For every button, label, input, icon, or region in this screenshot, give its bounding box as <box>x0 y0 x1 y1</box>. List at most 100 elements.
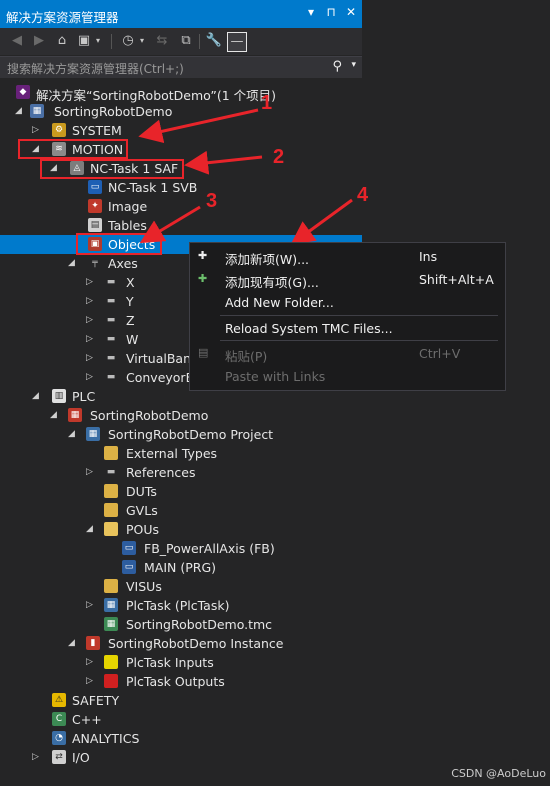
add-existing-item-icon: ✚ <box>198 272 208 285</box>
tree-item-tmc[interactable]: ▦ SortingRobotDemo.tmc <box>0 615 362 634</box>
tree-item-pous[interactable]: ◢ POUs <box>0 520 362 539</box>
analytics-icon: ◔ <box>52 731 66 745</box>
menu-item-paste[interactable]: ▤ 粘贴(P) Ctrl+V <box>190 342 505 364</box>
close-icon[interactable]: ✕ <box>344 5 358 19</box>
collapse-arrow-icon[interactable]: ◢ <box>15 105 25 117</box>
tree-item-safety[interactable]: ⚠ SAFETY <box>0 691 362 710</box>
search-options-dropdown-icon[interactable]: ▾ <box>351 60 356 70</box>
expand-arrow-icon[interactable]: ▷ <box>86 352 96 364</box>
switch-views-icon[interactable]: ▣ <box>75 32 93 50</box>
pin-icon[interactable]: ⊓ <box>324 5 338 19</box>
tree-item-plc-subproject[interactable]: ◢ ▦ SortingRobotDemo Project <box>0 425 362 444</box>
expand-arrow-icon[interactable]: ▷ <box>86 333 96 345</box>
tree-item-cpp[interactable]: C C++ <box>0 710 362 729</box>
inputs-icon <box>104 655 118 669</box>
pou-icon: ▭ <box>122 541 136 555</box>
plc-subproject-icon: ▦ <box>86 427 100 441</box>
safety-icon: ⚠ <box>52 693 66 707</box>
folder-icon <box>104 446 118 460</box>
system-icon: ⚙ <box>52 123 66 137</box>
filter-dropdown-icon[interactable]: ▾ <box>137 32 147 50</box>
sync-icon[interactable]: ⇆ <box>153 32 171 50</box>
expand-arrow-icon[interactable]: ▷ <box>86 295 96 307</box>
tree-item-main-prg[interactable]: ▭ MAIN (PRG) <box>0 558 362 577</box>
tree-item-image[interactable]: ✦ Image <box>0 197 362 216</box>
collapse-arrow-icon[interactable]: ◢ <box>32 390 42 402</box>
folder-icon <box>104 503 118 517</box>
axis-icon: ▬ <box>106 334 116 344</box>
tree-item-project[interactable]: ◢ ▦ SortingRobotDemo <box>0 102 362 121</box>
tree-item-tables[interactable]: ▤ Tables <box>0 216 362 235</box>
window-position-dropdown-icon[interactable]: ▾ <box>304 5 318 19</box>
panel-title: 解决方案资源管理器 <box>6 10 119 25</box>
annotation-number-1: 1 <box>261 92 273 114</box>
tree-item-gvls[interactable]: GVLs <box>0 501 362 520</box>
tree-item-plctask-outputs[interactable]: ▷ PlcTask Outputs <box>0 672 362 691</box>
plc-icon: ▥ <box>52 389 66 403</box>
collapse-arrow-icon[interactable]: ◢ <box>86 523 96 535</box>
expand-arrow-icon[interactable]: ▷ <box>86 599 96 611</box>
home-icon[interactable]: ⌂ <box>53 32 71 50</box>
tree-item-system[interactable]: ▷ ⚙ SYSTEM <box>0 121 362 140</box>
menu-separator <box>220 340 498 341</box>
solution-icon: ◆ <box>16 85 30 99</box>
switch-views-dropdown-icon[interactable]: ▾ <box>93 32 103 50</box>
tree-item-fb-powerallaxis[interactable]: ▭ FB_PowerAllAxis (FB) <box>0 539 362 558</box>
axis-icon: ▬ <box>106 353 116 363</box>
properties-icon[interactable]: 🔧 <box>205 32 223 50</box>
tree-item-visus[interactable]: VISUs <box>0 577 362 596</box>
tree-item-plc-project[interactable]: ◢ ▦ SortingRobotDemo <box>0 406 362 425</box>
menu-item-paste-with-links[interactable]: Paste with Links <box>190 365 505 387</box>
pending-changes-filter-icon[interactable]: ◷ <box>119 32 137 50</box>
collapse-arrow-icon[interactable]: ◢ <box>68 637 78 649</box>
instance-icon: ▮ <box>86 636 100 650</box>
search-icon[interactable]: ⚲ <box>332 59 342 74</box>
preview-icon[interactable]: — <box>227 32 247 52</box>
menu-item-add-new-item[interactable]: ✚ 添加新项(W)... Ins <box>190 245 505 267</box>
collapse-arrow-icon[interactable]: ◢ <box>68 257 78 269</box>
menu-item-reload-tmc[interactable]: Reload System TMC Files... <box>190 317 505 339</box>
tree-item-instance[interactable]: ◢ ▮ SortingRobotDemo Instance <box>0 634 362 653</box>
pou-icon: ▭ <box>122 560 136 574</box>
expand-arrow-icon[interactable]: ▷ <box>86 675 96 687</box>
collapse-arrow-icon[interactable]: ◢ <box>50 409 60 421</box>
folder-icon <box>104 579 118 593</box>
paste-icon: ▤ <box>198 346 209 359</box>
folder-open-icon <box>104 522 118 536</box>
tree-item-duts[interactable]: DUTs <box>0 482 362 501</box>
tree-item-analytics[interactable]: ◔ ANALYTICS <box>0 729 362 748</box>
cpp-icon: C <box>52 712 66 726</box>
add-new-item-icon: ✚ <box>198 249 208 262</box>
io-icon: ⇄ <box>52 750 66 764</box>
tree-item-plctask[interactable]: ▷ ▦ PlcTask (PlcTask) <box>0 596 362 615</box>
search-bar[interactable]: 搜索解决方案资源管理器(Ctrl+;) ⚲ ▾ <box>0 56 362 79</box>
back-icon[interactable]: ◀ <box>8 32 26 50</box>
tree-item-references[interactable]: ▷ ▬ References <box>0 463 362 482</box>
tree-item-plctask-inputs[interactable]: ▷ PlcTask Inputs <box>0 653 362 672</box>
expand-arrow-icon[interactable]: ▷ <box>32 124 42 136</box>
forward-icon[interactable]: ▶ <box>30 32 48 50</box>
search-input[interactable]: 搜索解决方案资源管理器(Ctrl+;) <box>7 60 184 77</box>
expand-arrow-icon[interactable]: ▷ <box>86 466 96 478</box>
menu-item-add-existing-item[interactable]: ✚ 添加现有项(G)... Shift+Alt+A <box>190 268 505 290</box>
image-icon: ✦ <box>88 199 102 213</box>
toolbar: ◀ ▶ ⌂ ▣ ▾ ◷ ▾ ⇆ ⧉ 🔧 — <box>0 28 362 55</box>
expand-arrow-icon[interactable]: ▷ <box>86 276 96 288</box>
tables-icon: ▤ <box>88 218 102 232</box>
folder-icon <box>104 484 118 498</box>
collapse-all-icon[interactable]: ⧉ <box>177 32 195 50</box>
annotation-number-4: 4 <box>357 184 369 206</box>
expand-arrow-icon[interactable]: ▷ <box>86 371 96 383</box>
expand-arrow-icon[interactable]: ▷ <box>86 314 96 326</box>
plc-project-icon: ▦ <box>68 408 82 422</box>
menu-item-add-new-folder[interactable]: Add New Folder... <box>190 291 505 313</box>
collapse-arrow-icon[interactable]: ◢ <box>68 428 78 440</box>
references-icon: ▬ <box>106 467 116 477</box>
expand-arrow-icon[interactable]: ▷ <box>86 656 96 668</box>
tree-item-io[interactable]: ▷ ⇄ I/O <box>0 748 362 767</box>
expand-arrow-icon[interactable]: ▷ <box>32 751 42 763</box>
tree-item-nc-task-svb[interactable]: ▭ NC-Task 1 SVB <box>0 178 362 197</box>
watermark: CSDN @AoDeLuo <box>451 767 546 780</box>
tree-item-solution[interactable]: ◆ 解决方案“SortingRobotDemo”(1 个项目) <box>0 83 362 103</box>
tree-item-external-types[interactable]: External Types <box>0 444 362 463</box>
